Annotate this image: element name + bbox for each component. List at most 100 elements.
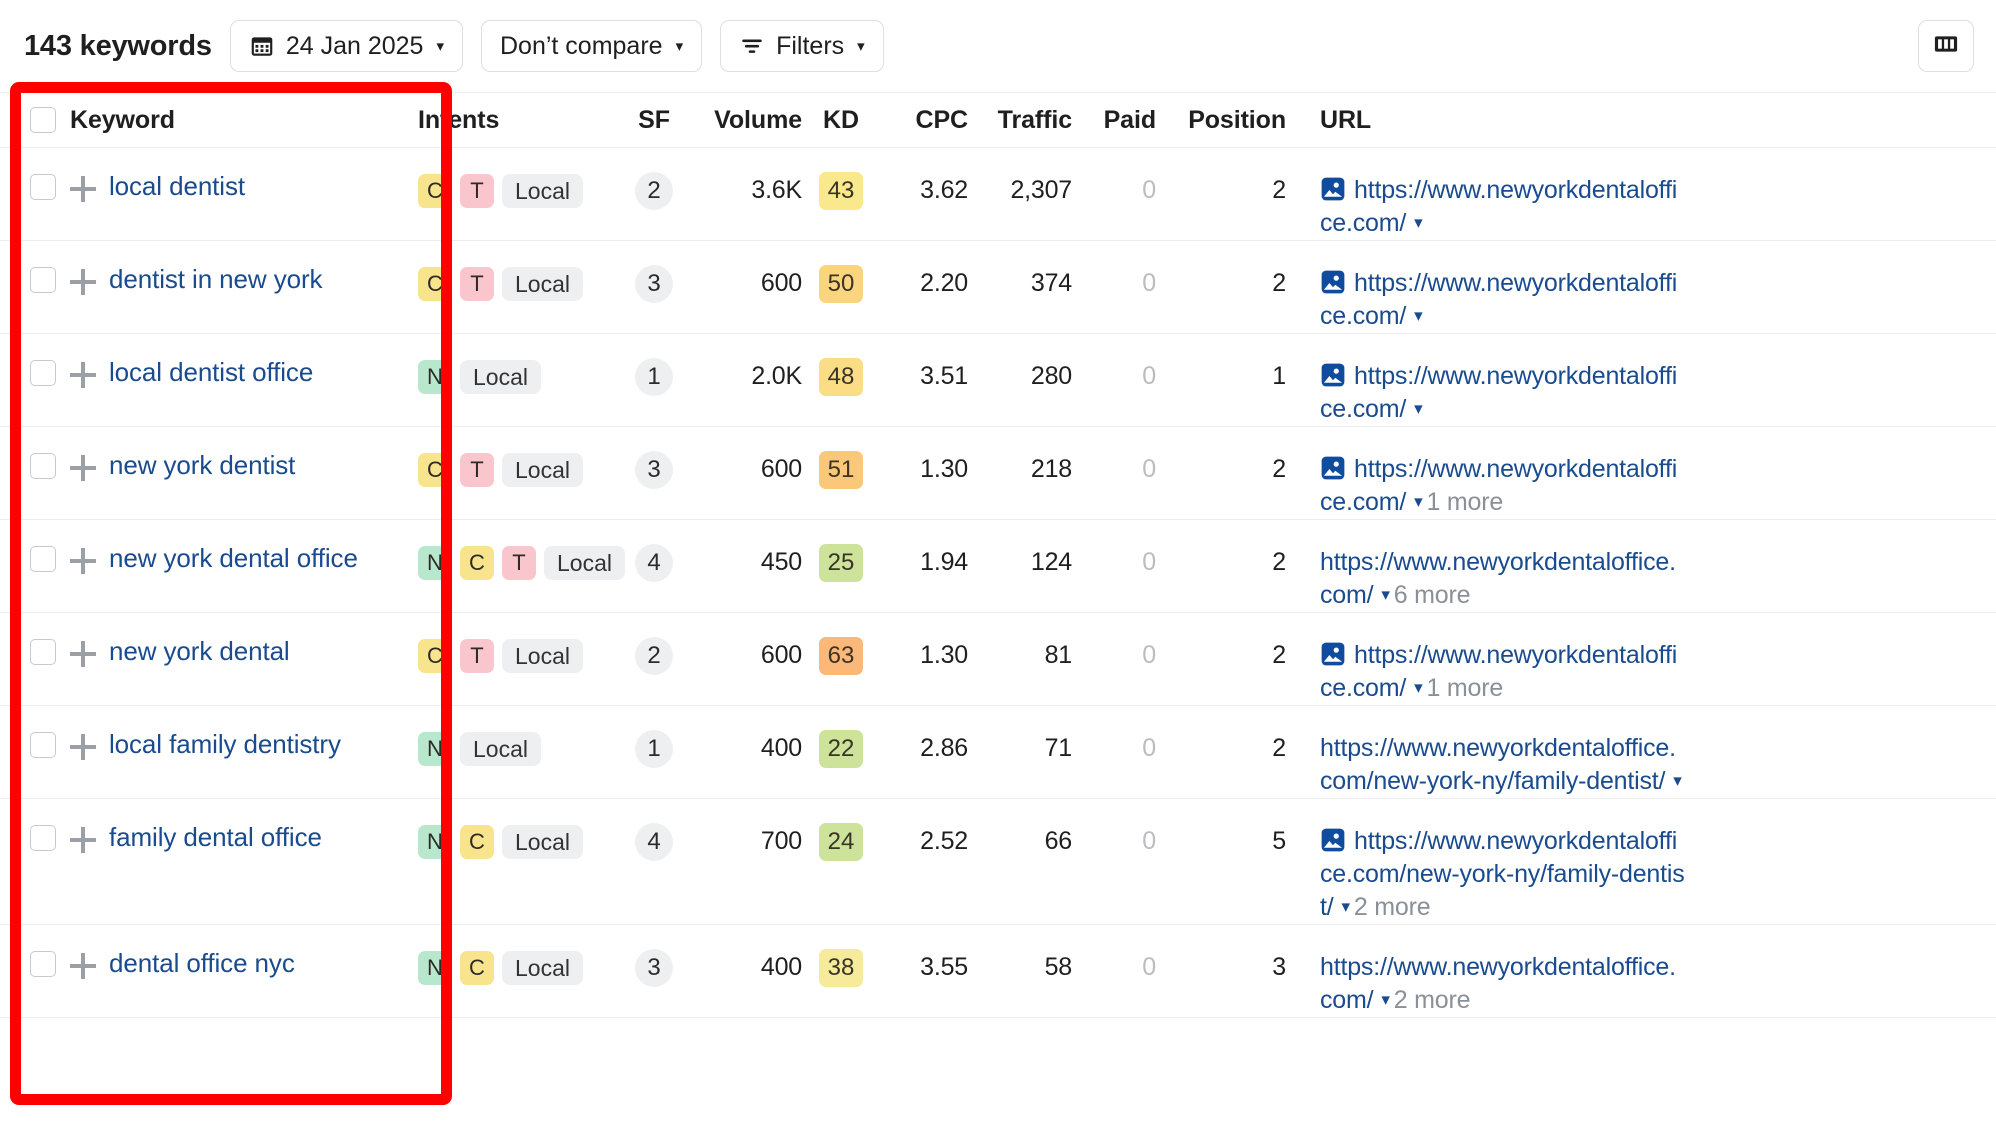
url-link[interactable]: https://www.newyorkdentaloffice.com/	[1320, 362, 1677, 423]
add-keyword-icon[interactable]	[70, 953, 96, 979]
url-link[interactable]: https://www.newyorkdentaloffice.com/	[1320, 176, 1677, 237]
add-keyword-icon[interactable]	[70, 362, 96, 388]
volume-value: 700	[760, 827, 802, 855]
keyword-link[interactable]: local family dentistry	[109, 729, 341, 760]
date-range-button[interactable]: 24 Jan 2025 ▾	[229, 20, 463, 72]
url-link[interactable]: https://www.newyorkdentaloffice.com/new-…	[1320, 734, 1676, 795]
chevron-down-icon[interactable]: ▾	[1414, 491, 1423, 513]
column-header-sf[interactable]: SF	[618, 106, 690, 135]
paid-value: 0	[1142, 455, 1156, 483]
intent-badge-t: T	[502, 546, 536, 580]
row-checkbox[interactable]	[30, 951, 56, 977]
add-keyword-icon[interactable]	[70, 641, 96, 667]
row-checkbox[interactable]	[30, 639, 56, 665]
more-urls-label[interactable]: 1 more	[1426, 488, 1503, 516]
column-header-cpc[interactable]: CPC	[880, 106, 969, 135]
table-row[interactable]: local dentist office N Local 1 2.0K 48 3.…	[0, 334, 1996, 427]
traffic-value: 280	[1030, 362, 1072, 390]
row-checkbox[interactable]	[30, 174, 56, 200]
local-pill: Local	[502, 453, 583, 487]
keyword-count-label: 143 keywords	[24, 29, 212, 62]
chevron-down-icon[interactable]: ▾	[1414, 305, 1423, 327]
more-urls-label[interactable]: 2 more	[1394, 986, 1471, 1014]
serp-image-feature-icon	[1320, 455, 1346, 481]
keyword-link[interactable]: new york dentist	[109, 450, 295, 481]
kd-badge: 38	[819, 949, 863, 987]
url-cell: https://www.newyorkdentaloffice.com/▾ 6 m…	[1286, 520, 1686, 612]
chevron-down-icon: ▾	[857, 37, 865, 55]
keyword-link[interactable]: dental office nyc	[109, 948, 295, 979]
table-row[interactable]: new york dental C T Local 2 600 63 1.30 81…	[0, 613, 1996, 706]
position-value: 5	[1272, 827, 1286, 855]
row-checkbox[interactable]	[30, 267, 56, 293]
intents-cell: C T Local	[418, 148, 618, 208]
chevron-down-icon[interactable]: ▾	[1342, 896, 1351, 918]
chevron-down-icon[interactable]: ▾	[1414, 677, 1423, 699]
add-keyword-icon[interactable]	[70, 455, 96, 481]
chevron-down-icon[interactable]: ▾	[1414, 212, 1423, 234]
keyword-link[interactable]: local dentist office	[109, 357, 313, 388]
add-keyword-icon[interactable]	[70, 176, 96, 202]
kd-cell: 50	[802, 241, 880, 303]
url-link[interactable]: https://www.newyorkdentaloffice.com/	[1320, 269, 1677, 330]
sf-value: 1	[635, 730, 673, 768]
serp-image-feature-icon	[1320, 641, 1346, 667]
column-header-position[interactable]: Position	[1156, 106, 1286, 135]
column-header-traffic[interactable]: Traffic	[968, 106, 1072, 135]
chevron-down-icon[interactable]: ▾	[1673, 770, 1682, 792]
keywords-table: Keyword Intents SF Volume KD CPC Traffic…	[0, 92, 1996, 1018]
traffic-value: 124	[1030, 548, 1072, 576]
add-keyword-icon[interactable]	[70, 269, 96, 295]
chevron-down-icon[interactable]: ▾	[1381, 989, 1390, 1011]
position-value: 1	[1272, 362, 1286, 390]
table-row[interactable]: new york dental office N C T Local 4 450 25…	[0, 520, 1996, 613]
row-checkbox[interactable]	[30, 732, 56, 758]
column-header-intents[interactable]: Intents	[418, 106, 618, 135]
compare-button[interactable]: Don’t compare ▾	[480, 20, 703, 72]
row-checkbox[interactable]	[30, 453, 56, 479]
cpc-value: 1.94	[920, 548, 968, 576]
table-row[interactable]: local dentist C T Local 2 3.6K 43 3.62 2,3…	[0, 148, 1996, 241]
sf-value: 1	[635, 358, 673, 396]
url-cell: https://www.newyorkdentaloffice.com/▾ 2 m…	[1286, 925, 1686, 1017]
date-range-label: 24 Jan 2025	[285, 31, 424, 60]
table-row[interactable]: family dental office N C Local 4 700 24 2.…	[0, 799, 1996, 925]
keyword-link[interactable]: dentist in new york	[109, 264, 323, 295]
select-all-checkbox[interactable]	[30, 107, 56, 133]
column-header-kd[interactable]: KD	[802, 106, 880, 135]
more-urls-label[interactable]: 6 more	[1394, 581, 1471, 609]
add-keyword-icon[interactable]	[70, 734, 96, 760]
row-checkbox[interactable]	[30, 546, 56, 572]
keyword-link[interactable]: family dental office	[109, 822, 322, 853]
table-row[interactable]: local family dentistry N Local 1 400 22 2…	[0, 706, 1996, 799]
keyword-link[interactable]: local dentist	[109, 171, 245, 202]
volume-value: 400	[760, 953, 802, 981]
chevron-down-icon[interactable]: ▾	[1414, 398, 1423, 420]
add-keyword-icon[interactable]	[70, 827, 96, 853]
row-checkbox[interactable]	[30, 825, 56, 851]
paid-value: 0	[1142, 176, 1156, 204]
keyword-link[interactable]: new york dental office	[109, 543, 358, 574]
column-header-keyword[interactable]: Keyword	[70, 106, 418, 135]
url-link[interactable]: https://www.newyorkdentaloffice.com/	[1320, 953, 1676, 1014]
more-urls-label[interactable]: 2 more	[1354, 893, 1431, 921]
row-checkbox[interactable]	[30, 360, 56, 386]
local-pill: Local	[502, 951, 583, 985]
volume-value: 400	[760, 734, 802, 762]
url-link[interactable]: https://www.newyorkdentaloffice.com/	[1320, 548, 1676, 609]
column-header-paid[interactable]: Paid	[1072, 106, 1157, 135]
columns-settings-button[interactable]	[1918, 20, 1974, 72]
table-row[interactable]: dental office nyc N C Local 3 400 38 3.55 …	[0, 925, 1996, 1018]
intent-badges: C T Local	[418, 241, 618, 301]
table-row[interactable]: dentist in new york C T Local 3 600 50 2.2…	[0, 241, 1996, 334]
intent-badge-c: C	[418, 453, 452, 487]
chevron-down-icon[interactable]: ▾	[1381, 584, 1390, 606]
more-urls-label[interactable]: 1 more	[1426, 674, 1503, 702]
filters-button[interactable]: Filters ▾	[720, 20, 884, 72]
add-keyword-icon[interactable]	[70, 548, 96, 574]
column-header-url[interactable]: URL	[1286, 106, 1686, 135]
serp-image-feature-icon	[1320, 827, 1346, 853]
column-header-volume[interactable]: Volume	[690, 106, 802, 135]
table-row[interactable]: new york dentist C T Local 3 600 51 1.30 2…	[0, 427, 1996, 520]
keyword-link[interactable]: new york dental	[109, 636, 290, 667]
